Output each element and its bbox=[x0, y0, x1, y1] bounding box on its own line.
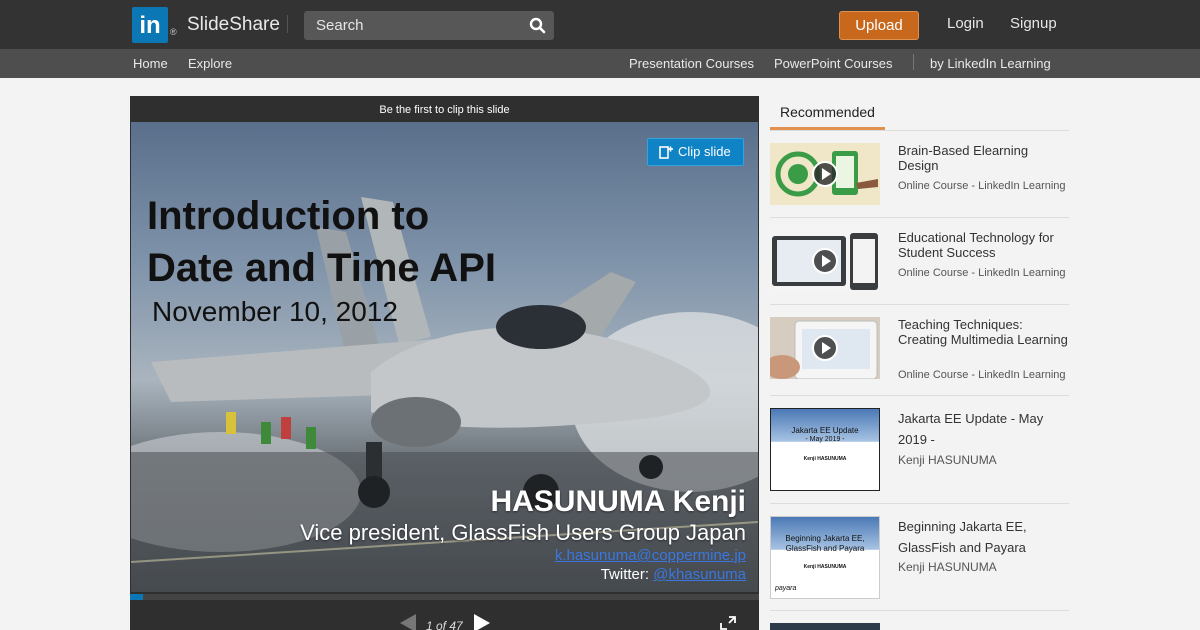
clip-hint: Be the first to clip this slide bbox=[379, 104, 510, 116]
clip-slide-label: Clip slide bbox=[678, 144, 731, 159]
slide-email: k.hasunuma@coppermine.jp bbox=[554, 547, 746, 564]
slide-title-link[interactable]: Beginning Jakarta EE, GlassFish and Paya… bbox=[898, 516, 1068, 558]
slide-title-link[interactable]: Jakarta EE Update - May 2019 - bbox=[898, 408, 1068, 450]
list-item[interactable]: Brain-Based Elearning Design Online Cour… bbox=[770, 143, 1069, 218]
item-divider bbox=[770, 503, 1069, 504]
tab-recommended-label: Recommended bbox=[780, 104, 875, 120]
next-slide-icon[interactable] bbox=[472, 614, 492, 630]
header-divider bbox=[287, 15, 288, 33]
slide-twitter: Twitter: @khasunuma bbox=[601, 566, 746, 583]
brand-name[interactable]: SlideShare bbox=[187, 14, 280, 36]
course-thumbnail[interactable] bbox=[770, 143, 880, 205]
search-box bbox=[304, 11, 554, 40]
clip-slide-button[interactable]: Clip slide bbox=[647, 138, 744, 166]
nav-explore[interactable]: Explore bbox=[188, 56, 232, 71]
list-item[interactable]: Teaching Techniques: Creating Multimedia… bbox=[770, 317, 1069, 396]
clip-icon bbox=[659, 146, 673, 159]
course-title[interactable]: Educational Technology for Student Succe… bbox=[898, 230, 1068, 260]
play-icon[interactable] bbox=[812, 335, 838, 361]
top-bar: in ® SlideShare Upload Login Signup bbox=[0, 0, 1200, 49]
registered-mark: ® bbox=[170, 27, 177, 37]
item-divider bbox=[770, 217, 1069, 218]
search-icon[interactable] bbox=[529, 17, 546, 34]
nav-divider bbox=[913, 54, 914, 70]
course-thumbnail[interactable] bbox=[770, 230, 880, 292]
slide-author: HASUNUMA Kenji bbox=[490, 485, 746, 518]
slide-thumbnail[interactable]: Beginning Jakarta EE, GlassFish and Paya… bbox=[770, 516, 880, 599]
previous-slide-icon[interactable] bbox=[398, 614, 418, 630]
list-item[interactable] bbox=[770, 623, 1069, 630]
course-title[interactable]: Brain-Based Elearning Design bbox=[898, 143, 1068, 173]
list-item[interactable]: Jakarta EE Update - May 2019 - Kenji HAS… bbox=[770, 408, 1069, 504]
course-meta: Online Course - LinkedIn Learning bbox=[898, 369, 1066, 381]
item-divider bbox=[770, 610, 1069, 611]
thumb-title: Jakarta EE Update bbox=[791, 426, 859, 435]
login-link[interactable]: Login bbox=[947, 15, 984, 32]
thumb-author: Kenji HASUNUMA bbox=[803, 456, 847, 462]
slide-thumbnail[interactable]: Jakarta EE Update - May 2019 - Kenji HAS… bbox=[770, 408, 880, 491]
course-meta: Online Course - LinkedIn Learning bbox=[898, 267, 1066, 279]
slide-author-link[interactable]: Kenji HASUNUMA bbox=[898, 560, 997, 574]
twitter-handle: @khasunuma bbox=[653, 566, 746, 583]
course-thumbnail[interactable] bbox=[770, 317, 880, 379]
nav-presentation-courses[interactable]: Presentation Courses bbox=[629, 56, 754, 71]
course-title[interactable]: Teaching Techniques: Creating Multimedia… bbox=[898, 317, 1068, 347]
nav-linkedin-learning[interactable]: by LinkedIn Learning bbox=[930, 56, 1051, 71]
item-divider bbox=[770, 395, 1069, 396]
nav-home[interactable]: Home bbox=[133, 56, 168, 71]
twitter-label: Twitter: bbox=[600, 566, 654, 583]
recommended-divider bbox=[770, 130, 1069, 131]
fullscreen-icon[interactable] bbox=[720, 616, 736, 630]
slide-role: Vice president, GlassFish Users Group Ja… bbox=[300, 520, 746, 545]
thumb-author: Kenji HASUNUMA bbox=[803, 564, 847, 570]
slide-date: November 10, 2012 bbox=[152, 296, 398, 327]
payara-logo: payara bbox=[775, 585, 797, 592]
slide-title-line1: Introduction to bbox=[147, 194, 430, 238]
linkedin-logo[interactable]: in bbox=[132, 7, 168, 43]
item-divider bbox=[770, 304, 1069, 305]
list-item[interactable]: Educational Technology for Student Succe… bbox=[770, 230, 1069, 305]
thumb-title-line1: Beginning Jakarta EE, bbox=[785, 534, 865, 543]
list-item[interactable]: Beginning Jakarta EE, GlassFish and Paya… bbox=[770, 516, 1069, 611]
page-indicator: 1 of 47 bbox=[426, 619, 463, 630]
play-icon[interactable] bbox=[812, 161, 838, 187]
slide-title: Introduction to Date and Time API bbox=[147, 190, 496, 294]
tab-recommended[interactable]: Recommended bbox=[770, 96, 885, 130]
thumb-title-line2: GlassFish and Payara bbox=[785, 544, 865, 553]
slide-player: Be the first to clip this slide Clip sli… bbox=[130, 96, 759, 630]
upload-button[interactable]: Upload bbox=[839, 11, 919, 40]
player-controls: 1 of 47 bbox=[130, 600, 759, 630]
play-icon[interactable] bbox=[812, 248, 838, 274]
signup-link[interactable]: Signup bbox=[1010, 15, 1057, 32]
search-input[interactable] bbox=[304, 11, 519, 40]
nav-powerpoint-courses[interactable]: PowerPoint Courses bbox=[774, 56, 893, 71]
slide-thumbnail[interactable] bbox=[770, 623, 880, 630]
sub-nav: Home Explore Presentation Courses PowerP… bbox=[0, 49, 1200, 78]
thumb-subtitle: - May 2019 - bbox=[805, 436, 845, 443]
course-meta: Online Course - LinkedIn Learning bbox=[898, 180, 1066, 192]
slide-author-link[interactable]: Kenji HASUNUMA bbox=[898, 453, 997, 467]
slide-title-line2: Date and Time API bbox=[147, 246, 496, 290]
slide-image[interactable]: Clip slide Introduction to Date and Time… bbox=[131, 122, 758, 592]
